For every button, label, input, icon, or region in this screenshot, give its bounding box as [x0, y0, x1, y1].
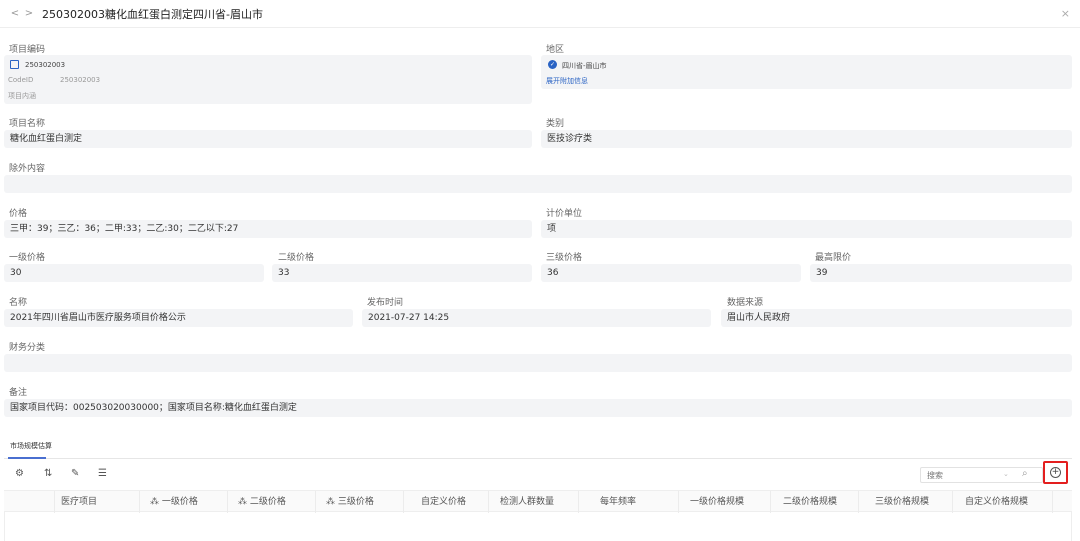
table-toolbar: ⚙ ⇅ ✎ ☰ ⌄ ⌕ — [4, 460, 1072, 490]
col-price1[interactable]: ⁂ 一级价格 — [139, 491, 227, 513]
col-population[interactable]: 检测人群数量 — [488, 491, 578, 513]
hierarchy-icon: ⁂ — [150, 497, 162, 507]
price-max-field: 39 — [810, 264, 1072, 282]
col-custom-scale[interactable]: 自定义价格规模 — [952, 491, 1052, 513]
tab-bar: 市场规模估算 — [4, 432, 1072, 459]
settings-icon[interactable]: ⚙ — [15, 468, 24, 479]
hierarchy-icon: ⁂ — [326, 497, 338, 507]
name-field: 糖化血红蛋白测定 — [4, 130, 532, 148]
copy-icon[interactable] — [10, 60, 19, 69]
price-field: 三甲：39；三乙：36；二甲:33；二乙:30；二乙以下:27 — [4, 220, 532, 238]
price2-label: 二级价格 — [278, 253, 315, 263]
col-custom-price[interactable]: 自定义价格 — [403, 491, 488, 513]
region-box: ✓ 四川省-眉山市 展开附加信息 — [541, 55, 1072, 89]
col-price3[interactable]: ⁂ 三级价格 — [315, 491, 403, 513]
exclusion-field — [4, 175, 1072, 193]
sort-icon[interactable]: ⇅ — [44, 468, 52, 479]
unit-label: 计价单位 — [546, 209, 583, 219]
finance-field — [4, 354, 1072, 372]
finance-label: 财务分类 — [9, 343, 46, 353]
col-price1-label: 一级价格 — [161, 497, 198, 507]
tab-market-estimate[interactable]: 市场规模估算 — [10, 441, 52, 451]
price1-label: 一级价格 — [9, 253, 46, 263]
chevron-down-icon[interactable]: ⌄ — [1003, 470, 1009, 478]
search-input[interactable] — [921, 468, 991, 482]
codeid-value: 250302003 — [60, 76, 101, 84]
col-price3-label: 三级价格 — [337, 497, 374, 507]
col-price2-label: 二级价格 — [249, 497, 286, 507]
forward-icon[interactable]: > — [22, 8, 36, 19]
exclusion-label: 除外内容 — [9, 164, 46, 174]
price2-field: 33 — [272, 264, 532, 282]
add-circle-icon: + — [1050, 467, 1061, 478]
name-label: 项目名称 — [9, 119, 46, 129]
back-icon[interactable]: < — [8, 8, 22, 19]
category-label: 类别 — [546, 119, 565, 129]
close-icon[interactable]: × — [1061, 7, 1070, 20]
publish-time-field: 2021-07-27 14:25 — [362, 309, 711, 327]
title-bar: < > 250302003糖化血红蛋白测定四川省-眉山市 — [0, 0, 1080, 28]
unit-field: 项 — [541, 220, 1072, 238]
publish-time-label: 发布时间 — [367, 298, 404, 308]
search-box: ⌄ ⌕ — [920, 467, 1043, 483]
price-label: 价格 — [9, 209, 28, 219]
col-frequency[interactable]: 每年频率 — [578, 491, 678, 513]
globe-icon: ✓ — [548, 60, 557, 69]
col-medical-item[interactable]: 医疗项目 — [54, 491, 139, 513]
code-box: 250302003 CodeID 250302003 项目内涵 — [4, 55, 532, 104]
price1-field: 30 — [4, 264, 264, 282]
code-value: 250302003 — [25, 61, 66, 69]
table-body — [4, 512, 1072, 541]
category-field: 医技诊疗类 — [541, 130, 1072, 148]
price-max-label: 最高限价 — [815, 253, 852, 263]
data-source-label: 数据来源 — [727, 298, 764, 308]
hierarchy-icon: ⁂ — [238, 497, 250, 507]
remark-label: 备注 — [9, 388, 28, 398]
code-label: 项目编码 — [9, 45, 46, 55]
source-name-field: 2021年四川省眉山市医疗服务项目价格公示 — [4, 309, 353, 327]
list-icon[interactable]: ☰ — [98, 468, 107, 479]
col-scale3[interactable]: 三级价格规模 — [858, 491, 952, 513]
region-label: 地区 — [546, 45, 565, 55]
add-button[interactable]: + — [1043, 461, 1068, 484]
price3-label: 三级价格 — [546, 253, 583, 263]
tab-active-indicator — [8, 457, 46, 459]
col-scale2[interactable]: 二级价格规模 — [770, 491, 858, 513]
col-price2[interactable]: ⁂ 二级价格 — [227, 491, 315, 513]
col-filler — [1052, 491, 1072, 513]
price3-field: 36 — [541, 264, 801, 282]
region-value: 四川省-眉山市 — [562, 62, 607, 70]
remark-field: 国家项目代码：002503020030000；国家项目名称:糖化血红蛋白测定 — [4, 399, 1072, 417]
col-scale1[interactable]: 一级价格规模 — [678, 491, 770, 513]
codeid-label: CodeID — [8, 76, 34, 84]
pin-icon[interactable]: ✎ — [71, 468, 79, 479]
search-icon[interactable]: ⌕ — [1022, 468, 1028, 479]
source-name-label: 名称 — [9, 298, 28, 308]
page-title: 250302003糖化血红蛋白测定四川省-眉山市 — [42, 7, 263, 21]
expand-info-link[interactable]: 展开附加信息 — [546, 76, 588, 86]
data-source-field: 眉山市人民政府 — [721, 309, 1072, 327]
table-header: 医疗项目 ⁂ 一级价格 ⁂ 二级价格 ⁂ 三级价格 自定义价格 检测人群数量 每… — [4, 490, 1072, 513]
connotation-label: 项目内涵 — [8, 92, 36, 100]
